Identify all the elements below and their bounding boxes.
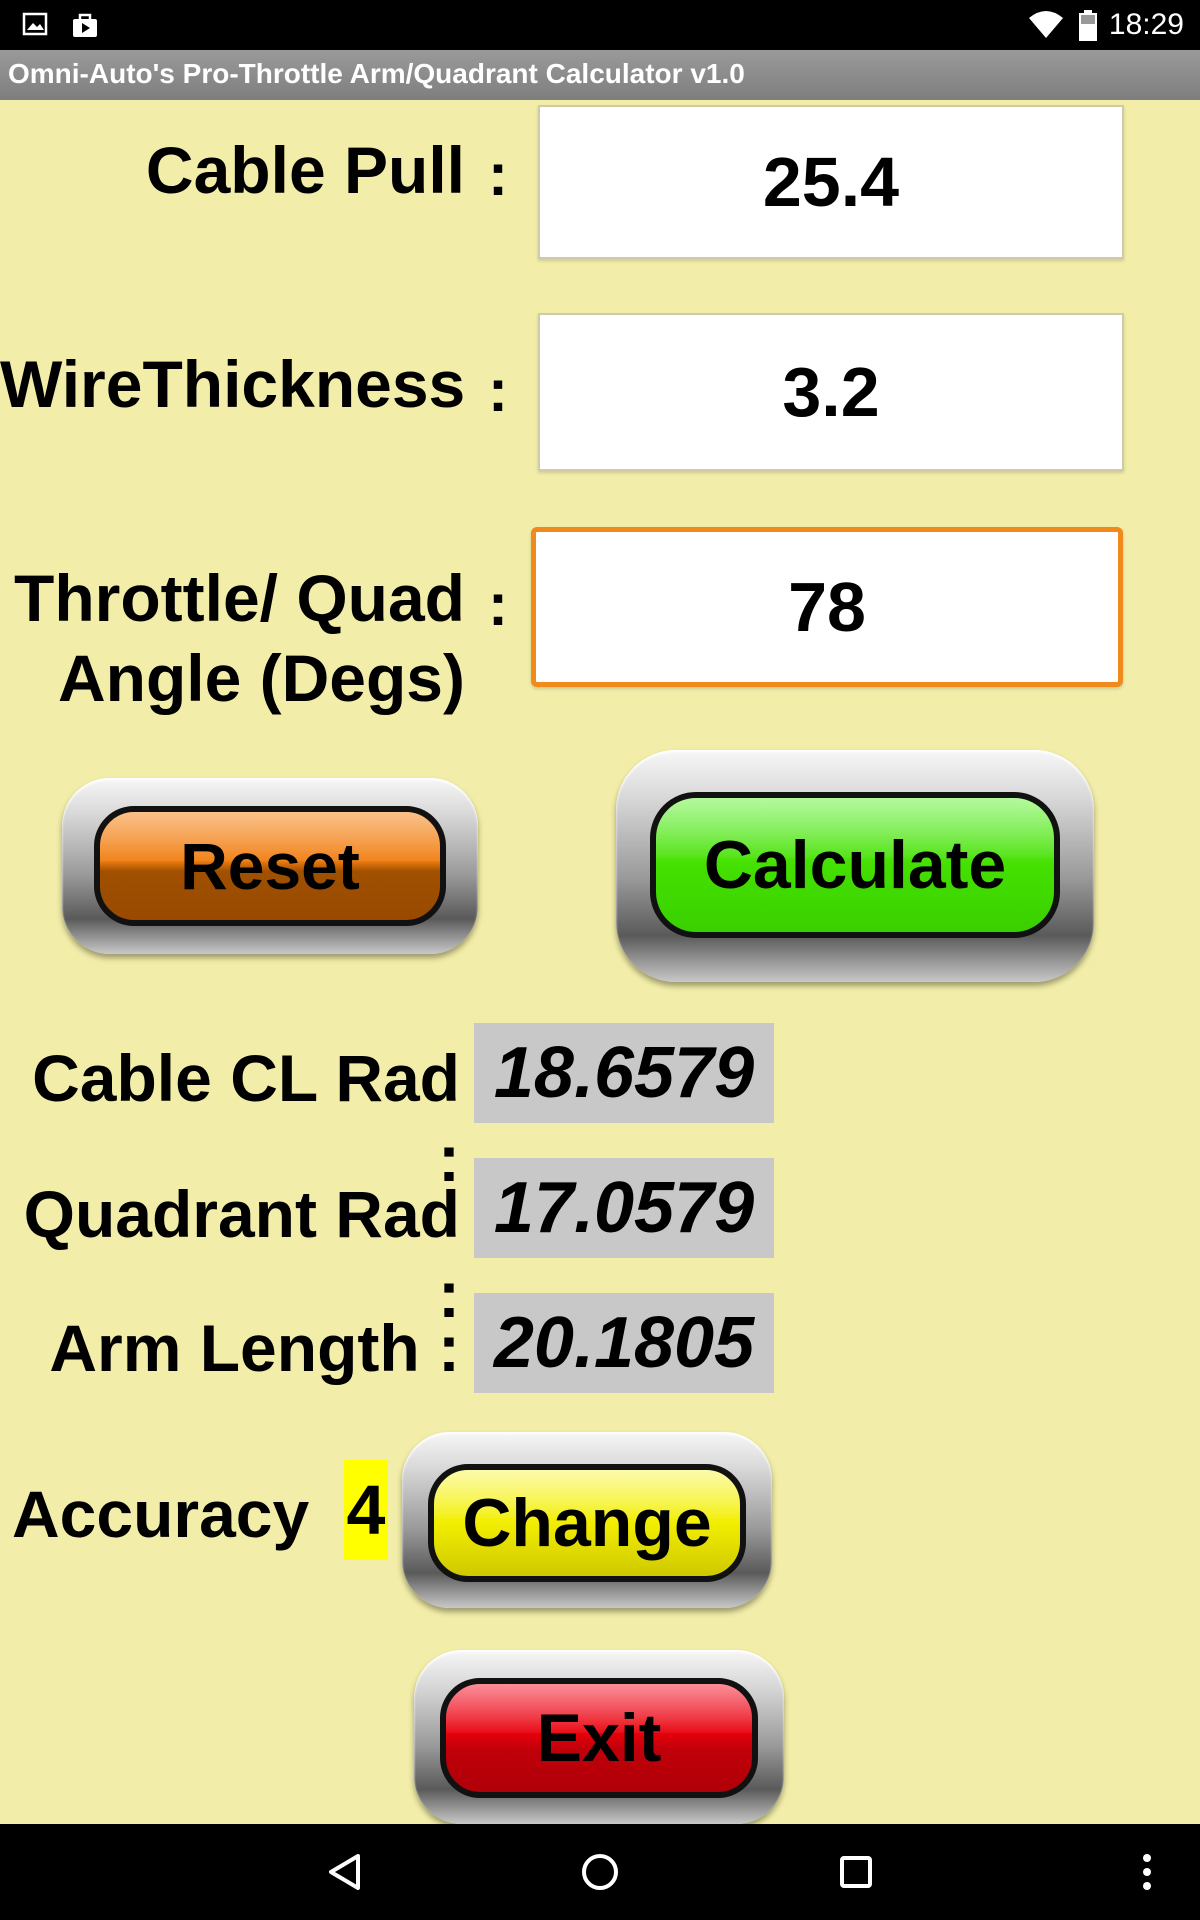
overflow-menu-icon[interactable]	[1140, 1852, 1154, 1892]
battery-icon	[1079, 10, 1097, 41]
back-icon[interactable]	[326, 1852, 362, 1892]
home-icon[interactable]	[580, 1852, 620, 1892]
change-button[interactable]: Change	[402, 1432, 772, 1608]
change-button-label: Change	[462, 1485, 712, 1561]
arm-length-value: 20.1805	[474, 1293, 774, 1393]
exit-button-label: Exit	[536, 1700, 662, 1776]
exit-button[interactable]: Exit	[414, 1650, 784, 1824]
throttle-angle-colon: :	[488, 571, 508, 638]
clock: 18:29	[1108, 8, 1184, 41]
status-bar: 18:29	[0, 0, 1200, 50]
cable-cl-rad-value: 18.6579	[474, 1023, 774, 1123]
recents-icon[interactable]	[838, 1854, 874, 1890]
wire-thickness-label: WireThickness	[0, 347, 466, 421]
reset-button[interactable]: Reset	[62, 778, 478, 954]
cable-pull-colon: :	[488, 141, 508, 208]
reset-button-label: Reset	[180, 829, 360, 903]
navigation-bar	[0, 1824, 1200, 1920]
wire-thickness-input[interactable]: 3.2	[538, 313, 1124, 471]
change-button-face[interactable]: Change	[428, 1464, 746, 1582]
reset-button-face[interactable]: Reset	[94, 806, 446, 926]
cable-pull-label: Cable Pull	[145, 133, 465, 207]
shopping-bag-icon	[73, 13, 97, 37]
cable-pull-input[interactable]: 25.4	[538, 105, 1124, 259]
throttle-angle-input[interactable]: 78	[531, 527, 1123, 687]
title-bar: Omni-Auto's Pro-Throttle Arm/Quadrant Ca…	[0, 50, 1200, 100]
wifi-icon	[1029, 11, 1063, 38]
wire-thickness-colon: :	[488, 357, 508, 424]
throttle-angle-label-line2: Angle (Degs)	[57, 641, 465, 715]
calculate-button[interactable]: Calculate	[616, 750, 1094, 982]
accuracy-label: Accuracy	[12, 1477, 310, 1551]
image-icon	[22, 12, 48, 36]
app-title: Omni-Auto's Pro-Throttle Arm/Quadrant Ca…	[8, 58, 745, 89]
calculate-button-label: Calculate	[703, 827, 1007, 903]
calculate-button-face[interactable]: Calculate	[650, 792, 1060, 938]
quadrant-rad-value: 17.0579	[474, 1158, 774, 1258]
exit-button-face[interactable]: Exit	[440, 1678, 758, 1798]
throttle-angle-label-line1: Throttle/ Quad	[14, 561, 465, 635]
arm-length-label: Arm Length :	[49, 1311, 460, 1385]
accuracy-value: 4	[344, 1460, 388, 1560]
